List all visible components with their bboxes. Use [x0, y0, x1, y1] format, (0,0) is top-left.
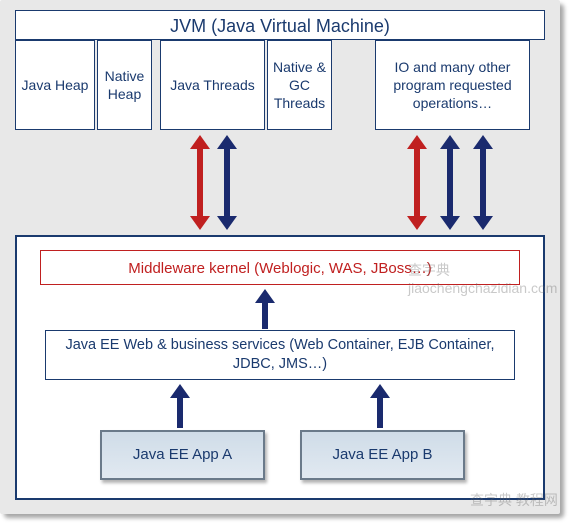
java-threads-box: Java Threads — [160, 40, 265, 130]
app-b-box: Java EE App B — [300, 430, 465, 480]
arrow-app-a-up — [175, 384, 185, 428]
arrow-io-kernel-blue-1 — [445, 135, 455, 230]
jvm-title-box: JVM (Java Virtual Machine) — [15, 10, 545, 40]
java-heap-box: Java Heap — [15, 40, 95, 130]
gc-threads-box: Native & GC Threads — [267, 40, 332, 130]
arrow-io-kernel-red — [412, 135, 422, 230]
diagram-canvas: JVM (Java Virtual Machine) Java Heap Nat… — [0, 0, 560, 514]
middleware-kernel-box: Middleware kernel (Weblogic, WAS, JBoss…… — [40, 250, 520, 285]
arrow-threads-kernel-blue — [222, 135, 232, 230]
ee-services-box: Java EE Web & business services (Web Con… — [45, 330, 515, 380]
app-a-box: Java EE App A — [100, 430, 265, 480]
arrow-app-b-up — [375, 384, 385, 428]
native-heap-box: Native Heap — [97, 40, 152, 130]
arrow-threads-kernel-red — [195, 135, 205, 230]
arrow-services-to-kernel — [260, 289, 270, 329]
arrow-io-kernel-blue-2 — [478, 135, 488, 230]
io-ops-box: IO and many other program requested oper… — [375, 40, 530, 130]
